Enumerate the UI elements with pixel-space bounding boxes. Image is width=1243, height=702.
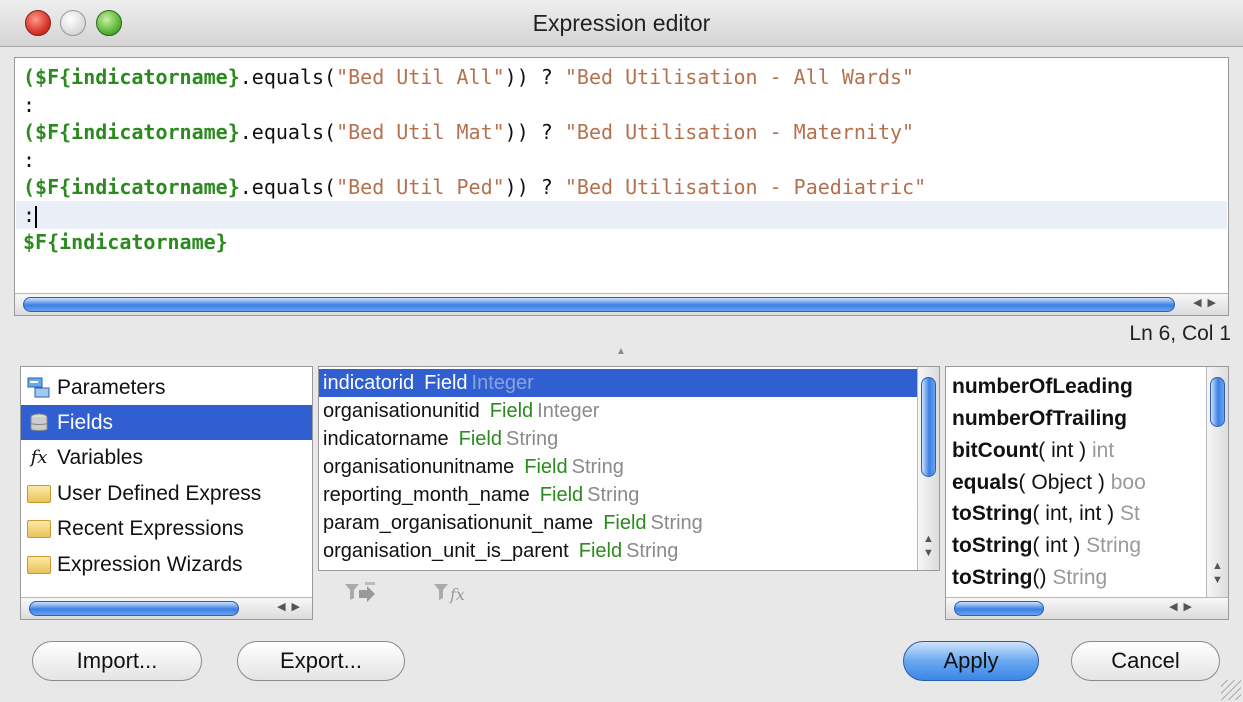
field-item[interactable]: indicatorname Field String xyxy=(319,425,939,453)
methods-horizontal-scrollbar[interactable]: ◀▶ xyxy=(946,597,1228,619)
categories-horizontal-scrollbar[interactable]: ◀▶ xyxy=(21,597,312,619)
import-button[interactable]: Import... xyxy=(32,641,202,681)
insert-field-icon[interactable] xyxy=(343,580,377,614)
category-fields[interactable]: Fields xyxy=(21,405,312,440)
fields-scroll-thumb[interactable] xyxy=(921,377,936,477)
methods-scroll-thumb-h[interactable] xyxy=(954,601,1044,616)
category-variables[interactable]: 𝑓x Variables xyxy=(25,440,312,475)
insert-function-icon[interactable]: fx xyxy=(432,580,472,614)
fields-vertical-scrollbar[interactable]: ▲ ▼ xyxy=(917,367,939,570)
code-line: ($F{indicatorname}.equals("Bed Util Ped"… xyxy=(23,175,927,199)
category-recent-expressions[interactable]: Recent Expressions xyxy=(25,511,312,546)
category-label: Fields xyxy=(57,410,114,434)
expression-text-area[interactable]: ($F{indicatorname}.equals("Bed Util All"… xyxy=(14,57,1229,316)
categories-list: Parameters Fields 𝑓x Variables User Defi… xyxy=(20,366,313,620)
code-line: : xyxy=(23,148,36,172)
fields-list: indicatorid Field Integer organisationunit… xyxy=(318,366,940,571)
code-line: : xyxy=(23,93,36,117)
methods-scroll-arrows-h[interactable]: ◀▶ xyxy=(1169,600,1198,613)
svg-text:fx: fx xyxy=(449,585,465,604)
window-title: Expression editor xyxy=(532,10,711,36)
current-line-highlight xyxy=(16,201,1227,229)
field-item[interactable]: organisationunitid Field Integer xyxy=(319,397,939,425)
cancel-button[interactable]: Cancel xyxy=(1071,641,1220,681)
methods-scroll-thumb[interactable] xyxy=(1210,377,1225,427)
code-line: $F{indicatorname} xyxy=(23,230,228,254)
categories-scroll-thumb[interactable] xyxy=(29,601,239,616)
split-pane-grip-icon[interactable]: ▲ xyxy=(616,346,626,357)
category-expression-wizards[interactable]: Expression Wizards xyxy=(25,547,312,582)
editor-scroll-thumb[interactable] xyxy=(23,297,1175,312)
method-item[interactable]: equals( Object ) boo xyxy=(952,468,1146,498)
method-item[interactable]: toString() String xyxy=(952,563,1107,593)
field-item[interactable]: reporting_month_name Field String xyxy=(319,481,939,509)
methods-vertical-scrollbar[interactable]: ▲ ▼ xyxy=(1206,367,1228,597)
folder-icon xyxy=(25,482,53,506)
title-bar: Expression editor xyxy=(0,0,1243,47)
category-label: Parameters xyxy=(57,375,166,399)
fx-icon: 𝑓x xyxy=(30,447,48,468)
category-user-defined[interactable]: User Defined Express xyxy=(25,476,312,511)
method-item[interactable]: numberOfTrailing xyxy=(952,404,1127,434)
field-item[interactable]: organisationunitname Field String xyxy=(319,453,939,481)
field-item[interactable]: indicatorid Field Integer xyxy=(319,369,939,397)
folder-icon xyxy=(25,553,53,577)
method-item[interactable]: numberOfLeading xyxy=(952,372,1133,402)
export-button[interactable]: Export... xyxy=(237,641,405,681)
code-line: ($F{indicatorname}.equals("Bed Util All"… xyxy=(23,65,915,89)
folder-icon xyxy=(25,517,53,541)
cursor-position-status: Ln 6, Col 1 xyxy=(1129,322,1231,345)
methods-list: numberOfLeading numberOfTrailing bitCoun… xyxy=(945,366,1229,620)
category-parameters[interactable]: Parameters xyxy=(25,370,312,405)
editor-horizontal-scrollbar[interactable]: ◀▶ xyxy=(15,293,1228,315)
methods-scroll-arrows[interactable]: ▲ ▼ xyxy=(1212,559,1223,587)
expression-editor-window: Expression editor ($F{indicatorname}.equ… xyxy=(0,0,1243,702)
category-label: Variables xyxy=(57,445,143,469)
text-caret xyxy=(35,205,38,228)
field-item[interactable]: organisation_unit_is_parent Field String xyxy=(319,537,939,565)
field-item[interactable]: param_organisationunit_name Field String xyxy=(319,509,939,537)
fields-scroll-arrows[interactable]: ▲ ▼ xyxy=(923,532,934,560)
method-item[interactable]: toString( int, int ) St xyxy=(952,499,1140,529)
categories-scroll-arrows[interactable]: ◀▶ xyxy=(277,600,306,613)
method-item[interactable]: bitCount( int ) int xyxy=(952,436,1114,466)
category-label: User Defined Express xyxy=(57,481,262,505)
parameters-icon xyxy=(25,376,53,400)
code-line-current: : xyxy=(23,203,38,228)
category-label: Expression Wizards xyxy=(57,552,243,576)
code-line: ($F{indicatorname}.equals("Bed Util Mat"… xyxy=(23,120,915,144)
fields-icon xyxy=(25,411,53,435)
method-item[interactable]: toString( int ) String xyxy=(952,531,1141,561)
apply-button[interactable]: Apply xyxy=(903,641,1039,681)
editor-scroll-arrows[interactable]: ◀▶ xyxy=(1193,296,1222,309)
category-label: Recent Expressions xyxy=(57,516,244,540)
resize-grip-icon[interactable] xyxy=(1221,680,1241,700)
